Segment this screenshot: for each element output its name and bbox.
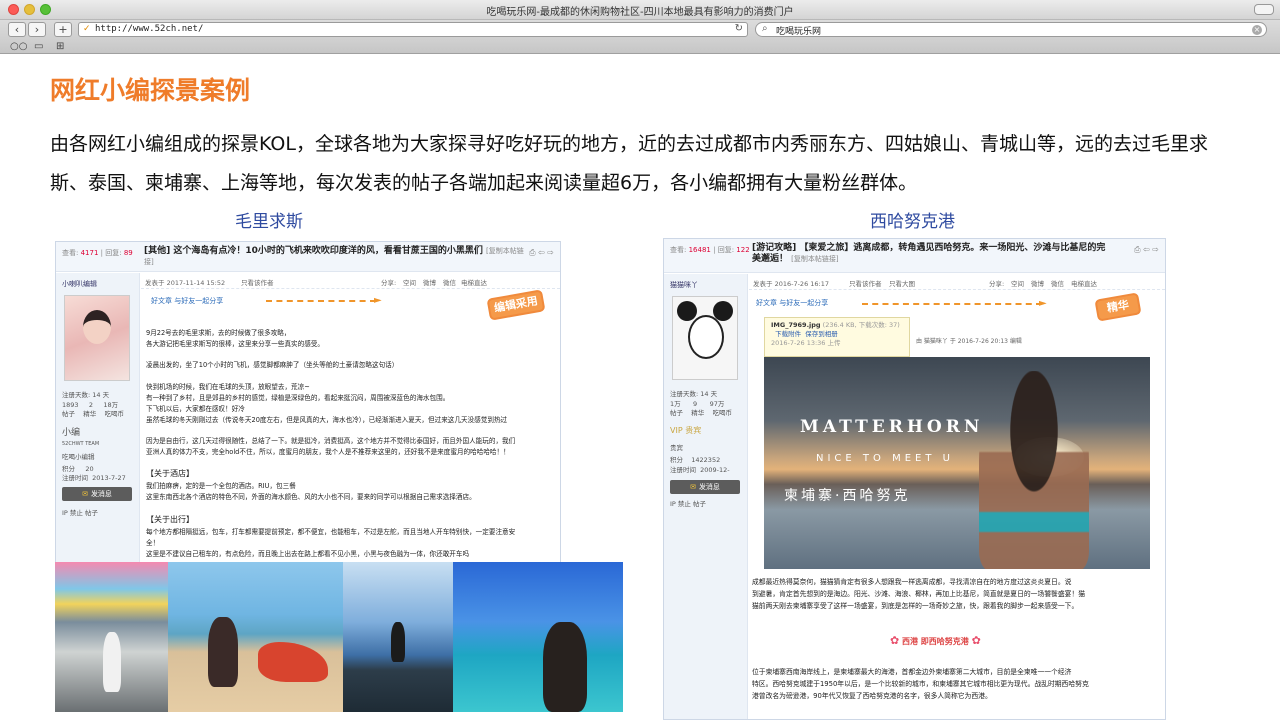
travel-section-title: 【关于出行】: [146, 515, 194, 524]
author-sidebar: 小喇叭编辑 注册天数: 14 天 1893 2 18万 帖子 精华 吃喝币 小编: [56, 273, 140, 562]
arrow-head-icon: ►: [374, 295, 382, 306]
print-prev-next-icons[interactable]: ⎙ ⇦ ⇨: [529, 248, 554, 258]
flower-icon: ✿: [890, 634, 900, 647]
photo-rocky-coast: [343, 562, 453, 712]
page-description: 由各网红小编组成的探景KOL，全球各地为大家探寻好吃好玩的地方，近的去过成都市内…: [50, 133, 1208, 194]
vip-badge: VIP 贵宾: [670, 426, 702, 435]
photo-blue-sea: [453, 562, 623, 712]
search-icon: ⌕: [762, 23, 768, 34]
share-weibo[interactable]: 微博: [1031, 278, 1044, 288]
new-tab-button[interactable]: +: [54, 22, 72, 37]
photo-umbrella-street: [55, 562, 168, 712]
author-name[interactable]: 小喇叭编辑: [62, 279, 97, 289]
author-sidebar: 猫猫咪丫 注册天数: 14 天 1万 9 97万 帖子 精华 吃喝币 VIP 贵…: [664, 274, 748, 719]
search-query: 吃喝玩乐网: [776, 27, 822, 37]
author-avatar[interactable]: [64, 295, 130, 381]
bookmarks-book-icon[interactable]: ▭: [34, 41, 43, 53]
window-title: 吃喝玩乐网-最成都的休闲购物社区-四川本地最具有影响力的消费门户: [486, 7, 794, 18]
hotel-section-title: 【关于酒店】: [146, 469, 194, 478]
arrow-head-icon: ►: [1039, 298, 1047, 309]
beach-sunset-photo[interactable]: MATTERHORN NICE TO MEET U 柬埔寨·西哈努克: [764, 357, 1150, 569]
bookmarks-bar: ○○ ▭ ⊞: [0, 40, 1280, 54]
floor-jump[interactable]: 电梯直达: [1071, 278, 1097, 288]
only-author-link[interactable]: 只看该作者: [241, 277, 274, 287]
post-meta-bar: 发表于 2016-7-26 16:17 只看该作者 只看大图 分享: 空间 微博…: [749, 274, 1165, 290]
left-caption: 毛里求斯: [235, 212, 303, 232]
post-header: 查看: 16481 | 回复: 122 [游记攻略] 【柬爱之旅】逃离成都，转角…: [664, 239, 1165, 273]
share-weibo[interactable]: 微博: [423, 277, 436, 287]
author-name[interactable]: 猫猫咪丫: [670, 280, 698, 290]
site-favicon-icon: ✓: [83, 24, 91, 34]
author-avatar[interactable]: [672, 296, 738, 380]
only-large-images-link[interactable]: 只看大图: [889, 278, 915, 288]
save-to-album-link[interactable]: 保存到相册: [805, 330, 838, 338]
browser-toolbar: ‹ › + ✓ http://www.52ch.net/ ↻ ⌕ 吃喝玩乐网 ×: [0, 20, 1280, 40]
post-header: 查看: 4171 | 回复: 89 [其他] 这个海岛有点冷！10小时的飞机来吹…: [56, 242, 560, 272]
post-title: [其他] 这个海岛有点冷！10小时的飞机来吹吹印度洋的风，看看甘蔗王国的小黑黑们…: [144, 246, 524, 266]
post-meta-bar: 发表于 2017-11-14 15:52 只看该作者 分享: 空间 微博 微信 …: [141, 273, 560, 289]
post-stats: 查看: 16481 | 回复: 122: [670, 246, 750, 254]
forward-button[interactable]: ›: [28, 22, 46, 37]
post-title: [游记攻略] 【柬爱之旅】逃离成都，转角遇见西哈努克。来一场阳光、沙滩与比基尼的…: [752, 243, 1106, 264]
back-button[interactable]: ‹: [8, 22, 26, 37]
attachment-tooltip: IMG_7969.jpg (236.4 KB, 下载次数: 37) 下载附件 保…: [764, 317, 910, 357]
only-author-link[interactable]: 只看该作者: [849, 278, 882, 288]
sihanoukville-post-screenshot: 查看: 16481 | 回复: 122 [游记攻略] 【柬爱之旅】逃离成都，转角…: [663, 238, 1166, 720]
edit-note: 由 猫猫咪丫 于 2016-7-26 20:13 编辑: [916, 338, 1022, 345]
good-article-share[interactable]: 好文章 与好友一起分享: [756, 298, 828, 308]
copy-link[interactable]: [复制本帖链接]: [791, 255, 838, 263]
section-title-flowers: ✿ 西港 即西哈努克港 ✿: [890, 634, 981, 647]
share-qzone[interactable]: 空间: [1011, 278, 1024, 288]
title-bar: 吃喝玩乐网-最成都的休闲购物社区-四川本地最具有影响力的消费门户: [0, 0, 1280, 20]
page-content: 网红小编探景案例 由各网红小编组成的探景KOL，全球各地为大家探寻好吃好玩的地方…: [0, 55, 1280, 720]
send-message-button[interactable]: ✉ 发消息: [670, 480, 740, 494]
dashed-arrow: [266, 300, 376, 302]
share-wechat[interactable]: 微信: [1051, 278, 1064, 288]
share-qzone[interactable]: 空间: [403, 277, 416, 287]
url-text: http://www.52ch.net/: [95, 24, 204, 34]
good-article-share[interactable]: 好文章 与好友一起分享: [151, 296, 223, 306]
post-stats: 查看: 4171 | 回复: 89: [62, 249, 133, 257]
toolbar-toggle-button[interactable]: [1254, 4, 1274, 15]
level-badge: 小编: [62, 428, 81, 438]
floor-jump[interactable]: 电梯直达: [461, 277, 487, 287]
editor-pick-stamp: 编辑采用: [486, 289, 546, 321]
print-prev-next-icons[interactable]: ⎙ ⇦ ⇨: [1134, 245, 1159, 255]
featured-stamp: 精华: [1094, 292, 1142, 322]
download-attachment-link[interactable]: 下载附件: [775, 330, 801, 338]
search-field[interactable]: ⌕ 吃喝玩乐网 ×: [755, 22, 1267, 37]
mauritius-post-screenshot: 查看: 4171 | 回复: 89 [其他] 这个海岛有点冷！10小时的飞机来吹…: [55, 241, 561, 563]
clear-search-icon[interactable]: ×: [1252, 25, 1262, 35]
dashed-arrow: [862, 303, 1042, 305]
right-caption: 西哈努克港: [870, 212, 955, 232]
flower-icon: ✿: [971, 634, 981, 647]
send-message-button[interactable]: ✉ 发消息: [62, 487, 132, 501]
reading-list-icon[interactable]: ○○: [10, 41, 27, 53]
page-heading: 网红小编探景案例: [50, 76, 251, 105]
share-wechat[interactable]: 微信: [443, 277, 456, 287]
top-sites-grid-icon[interactable]: ⊞: [56, 41, 64, 53]
browser-window: 吃喝玩乐网-最成都的休闲购物社区-四川本地最具有影响力的消费门户 ‹ › + ✓…: [0, 0, 1280, 720]
address-bar[interactable]: ✓ http://www.52ch.net/ ↻: [78, 22, 748, 37]
reload-icon[interactable]: ↻: [735, 23, 743, 34]
photo-beach-windsurf: [168, 562, 343, 712]
